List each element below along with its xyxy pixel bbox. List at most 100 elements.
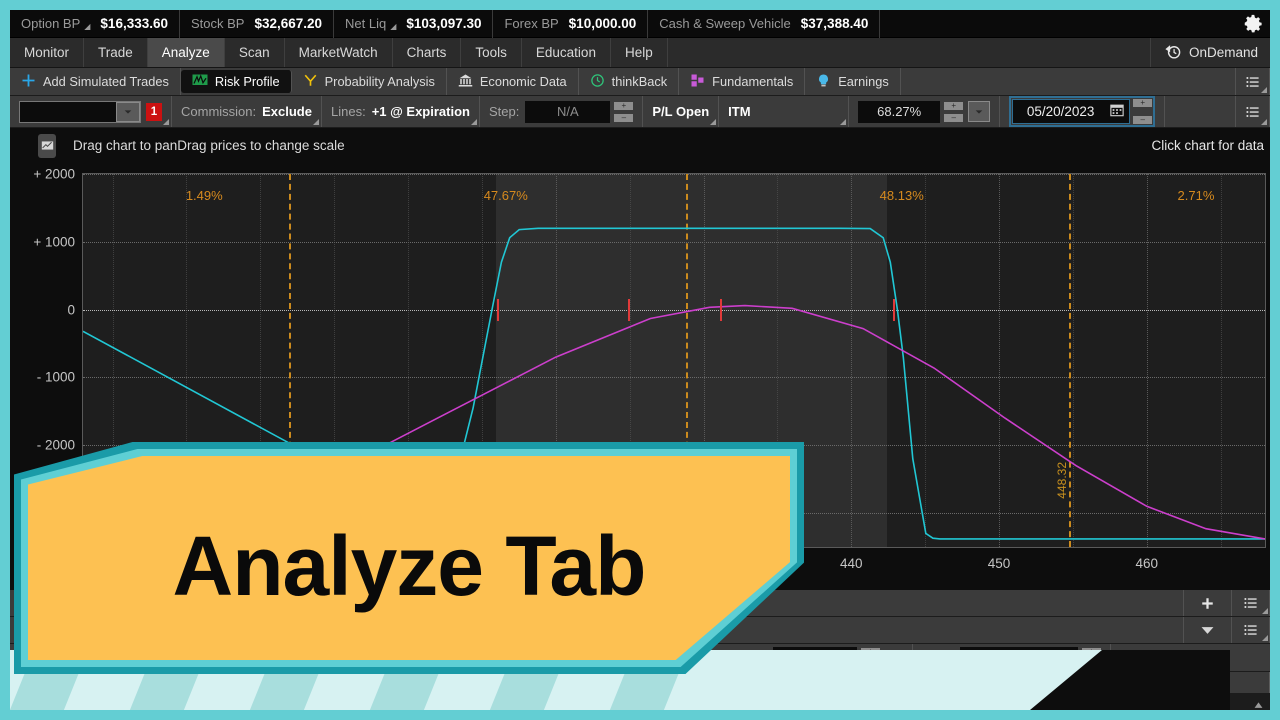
probability-selector[interactable]: 68.27% +– (849, 96, 1000, 127)
main-menu-bar: Monitor Trade Analyze Scan MarketWatch C… (10, 38, 1270, 68)
sub-item-add-simulated-trades[interactable]: Add Simulated Trades (10, 68, 181, 95)
symbol-combo[interactable] (19, 101, 141, 123)
resize-corner-icon (471, 119, 477, 125)
step-selector[interactable]: Step: N/A +– (480, 96, 643, 127)
sub-item-economic-data[interactable]: Economic Data (447, 68, 579, 95)
collapse-panel-button[interactable] (1184, 617, 1232, 643)
probability-input[interactable]: 68.27% (858, 101, 940, 123)
account-value: $10,000.00 (569, 16, 637, 31)
x-axis-tick-label: 460 (1136, 556, 1159, 571)
account-cell-forex-bp[interactable]: Forex BP $10,000.00 (493, 10, 648, 38)
step-input[interactable]: N/A (525, 101, 610, 123)
menu-item-charts[interactable]: Charts (393, 38, 462, 67)
account-value: $16,333.60 (100, 16, 168, 31)
account-cell-stock-bp[interactable]: Stock BP $32,667.20 (180, 10, 334, 38)
chart-thumbnail-icon[interactable] (38, 134, 56, 158)
strike-marker (720, 299, 722, 321)
account-label: Cash & Sweep Vehicle (659, 16, 791, 31)
probability-stepper[interactable]: +– (944, 102, 963, 122)
sub-item-label: Earnings (838, 74, 889, 89)
account-label: Stock BP (191, 16, 244, 31)
sub-toolbar-menu-button[interactable] (1236, 68, 1270, 95)
pl-mode-value: P/L Open (652, 104, 709, 119)
lines-value: +1 @ Expiration (372, 104, 470, 119)
sub-item-thinkback[interactable]: thinkBack (579, 68, 679, 95)
account-label: Net Liq (345, 16, 386, 31)
menu-item-marketwatch[interactable]: MarketWatch (285, 38, 393, 67)
annotation-banner: Analyze Tab (14, 442, 804, 674)
chart-hint-right: Click chart for data (1151, 138, 1264, 153)
expiration-date-selector[interactable]: 05/20/2023 +– (1000, 96, 1165, 127)
sub-item-label: Add Simulated Trades (43, 74, 169, 89)
y-axis-tick-label: 0 (67, 302, 75, 317)
banner-text: Analyze Tab (173, 524, 646, 608)
resize-corner-icon (1261, 87, 1267, 93)
commission-selector[interactable]: Commission: Exclude (172, 96, 322, 127)
fundamentals-icon (690, 73, 705, 91)
settings-spacer (1165, 96, 1236, 127)
account-cell-cash-sweep[interactable]: Cash & Sweep Vehicle $37,388.40 (648, 10, 880, 38)
strike-marker (628, 299, 630, 321)
sub-toolbar-spacer (901, 68, 1236, 95)
probability-dropdown-button[interactable] (968, 101, 990, 122)
sub-item-risk-profile[interactable]: Risk Profile (181, 70, 292, 93)
date-field-outline: 05/20/2023 +– (1009, 96, 1155, 127)
menu-item-trade[interactable]: Trade (84, 38, 148, 67)
chart-hint-left: Drag chart to panDrag prices to change s… (73, 138, 345, 153)
menu-item-tools[interactable]: Tools (461, 38, 522, 67)
expiration-date-input[interactable]: 05/20/2023 (1012, 99, 1130, 124)
dropdown-caret-icon[interactable]: ◢ (84, 22, 90, 31)
menu-item-help[interactable]: Help (611, 38, 668, 67)
scroll-up-icon[interactable] (1253, 698, 1264, 710)
account-value: $103,097.30 (406, 16, 481, 31)
step-label: Step: (489, 104, 519, 119)
banner-inner: Analyze Tab (28, 456, 790, 660)
itm-mode-selector[interactable]: ITM (719, 96, 849, 127)
settings-row-menu-button[interactable] (1236, 96, 1270, 127)
y-axis-tick-label: - 1000 (37, 370, 75, 385)
commission-label: Commission: (181, 104, 256, 119)
calendar-icon[interactable] (1110, 103, 1124, 120)
strike-marker (893, 299, 895, 321)
menu-item-monitor[interactable]: Monitor (10, 38, 84, 67)
x-axis-tick-label: 450 (988, 556, 1011, 571)
account-cell-option-bp[interactable]: Option BP ◢ $16,333.60 (10, 10, 180, 38)
stepper-up-icon[interactable]: + (944, 102, 963, 110)
gear-icon[interactable] (1242, 13, 1264, 35)
menu-item-scan[interactable]: Scan (225, 38, 285, 67)
stepper-up-icon[interactable]: + (614, 102, 633, 110)
stepper-down-icon[interactable]: – (1133, 116, 1152, 124)
stepper-up-icon[interactable]: + (1133, 99, 1152, 107)
date-stepper[interactable]: +– (1133, 99, 1152, 124)
sub-item-probability-analysis[interactable]: Probability Analysis (292, 68, 447, 95)
lines-selector[interactable]: Lines: +1 @ Expiration (322, 96, 480, 127)
add-position-button[interactable] (1184, 590, 1232, 616)
menu-item-analyze[interactable]: Analyze (148, 38, 225, 67)
symbol-selector-cell[interactable]: 1 (10, 96, 172, 127)
sub-item-label: Risk Profile (215, 74, 280, 89)
dropdown-caret-icon[interactable]: ◢ (390, 22, 396, 31)
y-axis-tick-label: + 2000 (33, 167, 75, 182)
thinkback-clock-icon (590, 73, 605, 91)
account-cell-net-liq[interactable]: Net Liq ◢ $103,097.30 (334, 10, 493, 38)
sub-item-fundamentals[interactable]: Fundamentals (679, 68, 805, 95)
chevron-down-icon[interactable] (116, 102, 140, 122)
stepper-down-icon[interactable]: – (614, 114, 633, 122)
plus-icon (21, 73, 36, 91)
account-value: $37,388.40 (801, 16, 869, 31)
expiration-date-value: 05/20/2023 (1018, 104, 1103, 119)
stepper-down-icon[interactable]: – (944, 114, 963, 122)
step-stepper[interactable]: +– (614, 102, 633, 122)
commission-value: Exclude (262, 104, 312, 119)
account-value: $32,667.20 (254, 16, 322, 31)
simulated-menu-button[interactable] (1232, 617, 1270, 643)
sub-item-earnings[interactable]: Earnings (805, 68, 901, 95)
menu-item-education[interactable]: Education (522, 38, 611, 67)
account-label: Forex BP (504, 16, 558, 31)
risk-profile-settings-row: 1 Commission: Exclude Lines: +1 @ Expira… (10, 96, 1270, 128)
simulated-trades-count-badge[interactable]: 1 (146, 103, 162, 121)
ondemand-button[interactable]: OnDemand (1151, 38, 1270, 67)
pl-mode-selector[interactable]: P/L Open (643, 96, 719, 127)
positions-menu-button[interactable] (1232, 590, 1270, 616)
itm-mode-value: ITM (728, 104, 750, 119)
